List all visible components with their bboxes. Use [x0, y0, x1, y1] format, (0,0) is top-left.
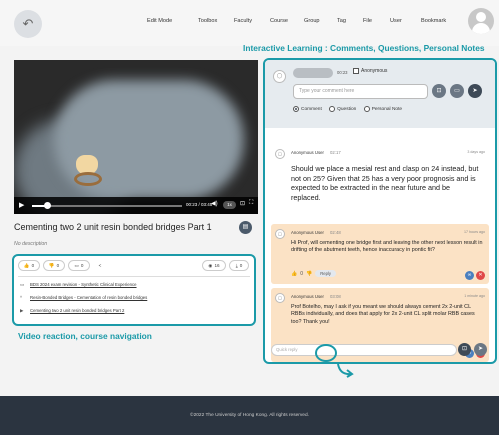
nav-bookmark[interactable]: Bookmark — [421, 18, 446, 24]
chevron-up-icon: ^ — [20, 295, 23, 300]
comment-text: Hi Prof, will cementing one bridge first… — [291, 240, 483, 254]
send-icon[interactable]: ➤ — [474, 343, 487, 356]
thumbs-down-icon: 👎 — [48, 262, 55, 268]
comment-input[interactable]: Type your comment here — [293, 84, 428, 99]
annotation-arrow-icon — [337, 363, 354, 378]
anonymous-checkbox[interactable] — [353, 68, 359, 74]
anonymous-toggle[interactable]: Anonymous — [353, 68, 387, 74]
comment-actions: 👍0 👎 Reply — [291, 270, 336, 277]
share-icon[interactable]: < — [94, 260, 106, 271]
seek-handle[interactable] — [44, 202, 51, 209]
captions-icon[interactable]: ⊡ — [240, 200, 245, 207]
nav-group[interactable]: Group — [304, 18, 320, 24]
radio-personal-note[interactable] — [363, 106, 370, 112]
user-avatar[interactable] — [468, 8, 494, 34]
next-video-icon: ▶ — [20, 308, 24, 313]
comment-age: 3 days ago — [467, 150, 485, 154]
quick-reply-input[interactable]: Quick reply — [271, 344, 457, 356]
comments-annotation-title: Interactive Learning : Comments, Questio… — [243, 43, 485, 53]
comment-card: ◯ Anonymous User 02:48 17 hours ago Hi Pr… — [271, 224, 489, 284]
timestamp-link-icon[interactable]: ⊡ — [458, 343, 471, 356]
download-icon: ⤓ — [235, 263, 238, 268]
comment-age: 17 hours ago — [464, 230, 485, 234]
thumbs-down-icon[interactable]: 👎 — [306, 271, 312, 277]
folder-icon: ▭ — [20, 282, 25, 287]
timestamp-link-icon[interactable]: ⊡ — [432, 84, 446, 98]
eye-icon: ◉ — [208, 262, 213, 268]
user-avatar-icon: ◯ — [273, 70, 286, 83]
reaction-navigation-box: 👍 0 👎 0 ▭ 0 < ◉ 16 ⤓ 0 ▭ BDS 2024 exam revisio… — [12, 254, 256, 326]
divider — [18, 276, 250, 277]
redacted-username — [293, 68, 333, 78]
course-nav-item[interactable]: ^ Resin-Bonded Bridges - Cementation of r… — [20, 295, 147, 300]
video-title: Cementing two 2 unit resin bonded bridge… — [14, 222, 212, 232]
course-nav-item[interactable]: ▭ BDS 2024 exam revision - Synthetic Clin… — [20, 282, 137, 288]
comments-panel: ◯ 00:23 Anonymous Type your comment here… — [263, 58, 497, 364]
avatar-icon: ◯ — [275, 149, 285, 159]
avatar-icon: ◯ — [275, 229, 285, 239]
comment-tools: ∞ ✕ — [465, 271, 485, 280]
radio-comment[interactable] — [293, 106, 299, 112]
avatar-icon: ◯ — [275, 293, 285, 303]
attach-icon[interactable]: ▭ — [450, 84, 464, 98]
nav-user[interactable]: User — [390, 18, 402, 24]
thumbs-up-icon[interactable]: 👍 — [291, 271, 297, 277]
nav-toolbox[interactable]: Toolbox — [198, 18, 217, 24]
video-player[interactable] — [14, 60, 258, 214]
radio-question[interactable] — [329, 106, 336, 112]
video-controls: ▶ 00:23 / 03:45 ◀) 1x ⊡ ⛶ — [14, 197, 258, 214]
main-nav: Edit Mode Toolbox Faculty Course Group T… — [0, 18, 499, 30]
comment-toggle-icon[interactable]: ▤ — [239, 221, 252, 234]
seek-bar[interactable] — [32, 205, 182, 207]
delete-icon[interactable]: ✕ — [476, 271, 485, 280]
comment-author: Anonymous User 02:17 — [291, 150, 341, 155]
download-button[interactable]: ⤓ 0 — [229, 260, 249, 271]
video-description: No description — [14, 241, 48, 247]
thumbs-up-icon: 👍 — [23, 262, 30, 268]
course-nav-item[interactable]: ▶ Cementing two 2 unit resin bonded bridg… — [20, 308, 124, 314]
fullscreen-icon[interactable]: ⛶ — [249, 200, 253, 207]
comment-type-selector: Comment Question Personal Note — [293, 106, 408, 112]
reaction-annotation-caption: Video reaction, course navigation — [18, 331, 152, 341]
play-icon[interactable]: ▶ — [19, 201, 24, 209]
speech-bubble-icon: ▭ — [74, 262, 79, 268]
playback-speed-button[interactable]: 1x — [223, 201, 236, 209]
reply-highlight-circle — [315, 344, 337, 362]
like-button[interactable]: 👍 0 — [18, 260, 40, 271]
link-icon[interactable]: ∞ — [465, 271, 474, 280]
comment-author: Anonymous User 03:08 — [291, 294, 341, 299]
nav-tag[interactable]: Tag — [337, 18, 346, 24]
comment-text: Should we place a mesial rest and clasp … — [291, 164, 479, 203]
volume-icon[interactable]: ◀) — [211, 200, 218, 207]
nav-edit-mode[interactable]: Edit Mode — [147, 18, 172, 24]
footer: ©2022 The University of Hong Kong. All r… — [0, 396, 499, 435]
comment-composer: ◯ 00:23 Anonymous Type your comment here… — [265, 60, 495, 128]
video-time: 00:23 / 03:45 — [186, 202, 213, 207]
nav-file[interactable]: File — [363, 18, 372, 24]
nav-faculty[interactable]: Faculty — [234, 18, 252, 24]
reply-button[interactable]: Reply — [315, 270, 336, 277]
comment-author: Anonymous User 02:48 — [291, 230, 341, 235]
dislike-button[interactable]: 👎 0 — [43, 260, 65, 271]
comment-text: Prof Botelho, may I ask if you meant we … — [291, 304, 475, 325]
comment-age: 1 minute ago — [464, 294, 485, 298]
top-navbar: ↶ Edit Mode Toolbox Faculty Course Group… — [0, 0, 499, 46]
composer-timestamp: 00:23 — [337, 70, 348, 75]
nav-course[interactable]: Course — [270, 18, 288, 24]
comment-count-button[interactable]: ▭ 0 — [68, 260, 90, 271]
send-icon[interactable]: ➤ — [468, 84, 482, 98]
views-counter: ◉ 16 — [202, 260, 226, 271]
